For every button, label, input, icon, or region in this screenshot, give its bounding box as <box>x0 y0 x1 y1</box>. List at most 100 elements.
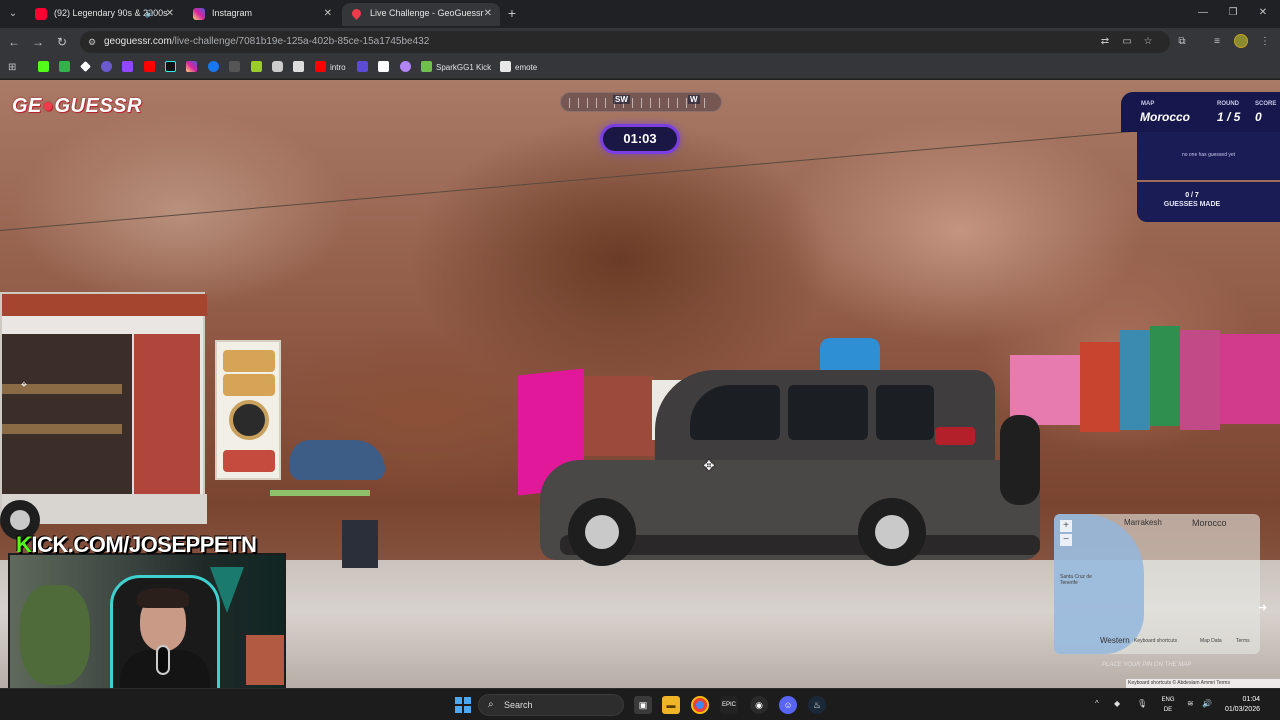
bookmark-facebook[interactable] <box>208 60 223 75</box>
bookmark-10[interactable] <box>229 60 244 75</box>
minimap-map-data[interactable]: Map Data <box>1200 638 1222 644</box>
language-indicator[interactable]: ENG DE <box>1158 695 1178 715</box>
bookmark-intro[interactable]: intro <box>315 60 346 75</box>
tab-groups-icon[interactable]: ≡ <box>1210 35 1224 49</box>
bookmark-icon <box>59 61 70 72</box>
geoguessr-logo[interactable]: GE●GUESSR <box>12 95 142 118</box>
close-icon[interactable]: ✕ <box>324 3 332 24</box>
extensions-icon[interactable]: ⧉ <box>1175 35 1189 49</box>
tray-app-icon[interactable]: ◆ <box>1114 699 1120 708</box>
tab-strip: ⌄ (92) Legendary 90s & 2000s 🔈 ✕ Instagr… <box>0 0 1280 28</box>
arrow-right-icon[interactable]: ➜ <box>1258 602 1274 614</box>
green-table <box>270 490 370 496</box>
bookmark-2[interactable] <box>59 60 74 75</box>
url-path: /live-challenge/7081b19e-125a-402b-85ce-… <box>171 36 430 47</box>
volume-icon[interactable]: 🔊 <box>1202 699 1212 708</box>
chrome-menu-icon[interactable]: ⋮ <box>1258 35 1272 49</box>
bookmark-kick[interactable] <box>38 60 53 75</box>
bookmark-youtube[interactable] <box>144 60 159 75</box>
bookmark-instagram[interactable] <box>186 60 201 75</box>
kick-logo-letter: K <box>16 532 32 557</box>
bookmark-17[interactable] <box>400 60 415 75</box>
bookmark-star-icon[interactable]: ☆ <box>1141 35 1155 49</box>
bookmark-16[interactable] <box>378 60 393 75</box>
wifi-icon[interactable]: ≋ <box>1187 699 1194 708</box>
camera-icon[interactable]: ⌖ <box>17 378 31 392</box>
suv-window <box>876 385 934 440</box>
twitch-icon <box>122 61 133 72</box>
steam-icon[interactable]: ♨ <box>808 696 826 714</box>
taskbar-clock[interactable]: 01:04 01/03/2026 <box>1216 695 1260 715</box>
maximize-button[interactable]: ❐ <box>1224 5 1242 21</box>
instagram-icon <box>186 61 197 72</box>
cast-icon[interactable]: ▭ <box>1120 35 1134 49</box>
microphone-icon[interactable]: 🎙 <box>1137 699 1147 708</box>
menu-board <box>215 340 281 480</box>
place-pin-hint: PLACE YOUR PIN ON THE MAP <box>1102 662 1192 668</box>
bookmark-11[interactable] <box>251 60 266 75</box>
chrome-icon[interactable] <box>691 696 709 714</box>
kick-channel-url: ICK.COM/JOSEPPETN <box>31 532 257 557</box>
minimap-sea-label: Santa Cruz de Tenerife <box>1060 574 1092 586</box>
window-close-button[interactable]: ✕ <box>1254 5 1272 21</box>
bookmark-15[interactable] <box>357 60 372 75</box>
reload-button[interactable]: ↻ <box>54 34 70 50</box>
bookmark-twitch[interactable] <box>122 60 137 75</box>
file-explorer-icon[interactable]: ▬ <box>662 696 680 714</box>
bookmark-icon <box>400 61 411 72</box>
close-icon[interactable]: ✕ <box>484 3 492 24</box>
power-line <box>0 130 1136 231</box>
windows-start-icon[interactable] <box>455 697 471 713</box>
guesses-made-box: 0 / 7 GUESSES MADE <box>1137 182 1280 222</box>
zoom-out-button[interactable]: − <box>1060 534 1072 546</box>
map-value: Morocco <box>1140 110 1191 124</box>
address-bar[interactable]: ⚙ geoguessr.com/live-challenge/7081b19e-… <box>80 31 1170 53</box>
bookmark-emote[interactable]: emote <box>500 60 537 75</box>
obs-icon[interactable]: ◉ <box>750 696 768 714</box>
site-info-icon[interactable]: ⚙ <box>88 36 100 48</box>
bookmark-icon <box>272 61 283 72</box>
bookmark-3[interactable] <box>80 60 95 75</box>
new-tab-button[interactable]: + <box>504 5 520 21</box>
tab-instagram[interactable]: Instagram ✕ <box>184 3 340 26</box>
back-button[interactable]: ← <box>6 34 22 50</box>
tab-youtube[interactable]: (92) Legendary 90s & 2000s 🔈 ✕ <box>26 3 182 26</box>
bookmark-icon <box>80 61 91 72</box>
minimap-terms[interactable]: Terms <box>1236 638 1250 644</box>
minimize-button[interactable]: — <box>1194 5 1212 21</box>
task-view-icon[interactable]: ▣ <box>634 696 652 714</box>
bookmark-12[interactable] <box>272 60 287 75</box>
zoom-in-button[interactable]: + <box>1060 520 1072 532</box>
instagram-favicon-icon <box>193 8 205 20</box>
bookmark-icon <box>229 61 240 72</box>
scarf-green <box>1150 326 1180 426</box>
close-icon[interactable]: ✕ <box>166 3 174 24</box>
apps-grid-icon[interactable]: ⊞ <box>8 60 16 75</box>
street-view-panorama[interactable]: GE●GUESSR SW W 01:03 MAP Morocco ROUND 1… <box>0 80 1280 688</box>
tab-instagram-title: Instagram <box>212 8 253 18</box>
epic-games-icon[interactable]: EPIC <box>720 696 738 714</box>
bookmark-tiktok[interactable] <box>165 60 180 75</box>
tab-search-icon[interactable]: ⌄ <box>4 5 22 23</box>
taskbar-search[interactable]: ⌕ Search <box>478 694 624 716</box>
food-truck <box>0 292 207 524</box>
move-cursor-icon: ✥ <box>703 458 715 473</box>
forward-button[interactable]: → <box>30 34 46 50</box>
minimap-shortcuts[interactable]: Keyboard shortcuts <box>1134 638 1177 644</box>
translate-icon[interactable]: ⇄ <box>1098 35 1112 49</box>
bookmark-sparkgg1-kick[interactable]: SparkGG1 Kick <box>421 60 491 75</box>
guess-minimap[interactable]: + − Marrakesh Morocco Santa Cruz de Tene… <box>1054 514 1260 654</box>
tab-geoguessr[interactable]: Live Challenge - GeoGuessr ✕ <box>342 3 500 26</box>
tray-overflow-icon[interactable]: ^ <box>1095 699 1099 708</box>
logo-text: GUESSR <box>54 95 142 117</box>
profile-avatar[interactable] <box>1234 34 1248 48</box>
speaker-icon[interactable]: 🔈 <box>145 3 156 24</box>
suv-wheel <box>858 498 926 566</box>
bookmark-4[interactable] <box>101 60 116 75</box>
plant <box>20 585 90 685</box>
url-text[interactable]: geoguessr.com/live-challenge/7081b19e-12… <box>104 31 429 53</box>
discord-icon[interactable]: ☺ <box>779 696 797 714</box>
score-label: SCORE <box>1255 101 1277 107</box>
shelf <box>246 635 284 685</box>
bookmark-13[interactable] <box>293 60 308 75</box>
